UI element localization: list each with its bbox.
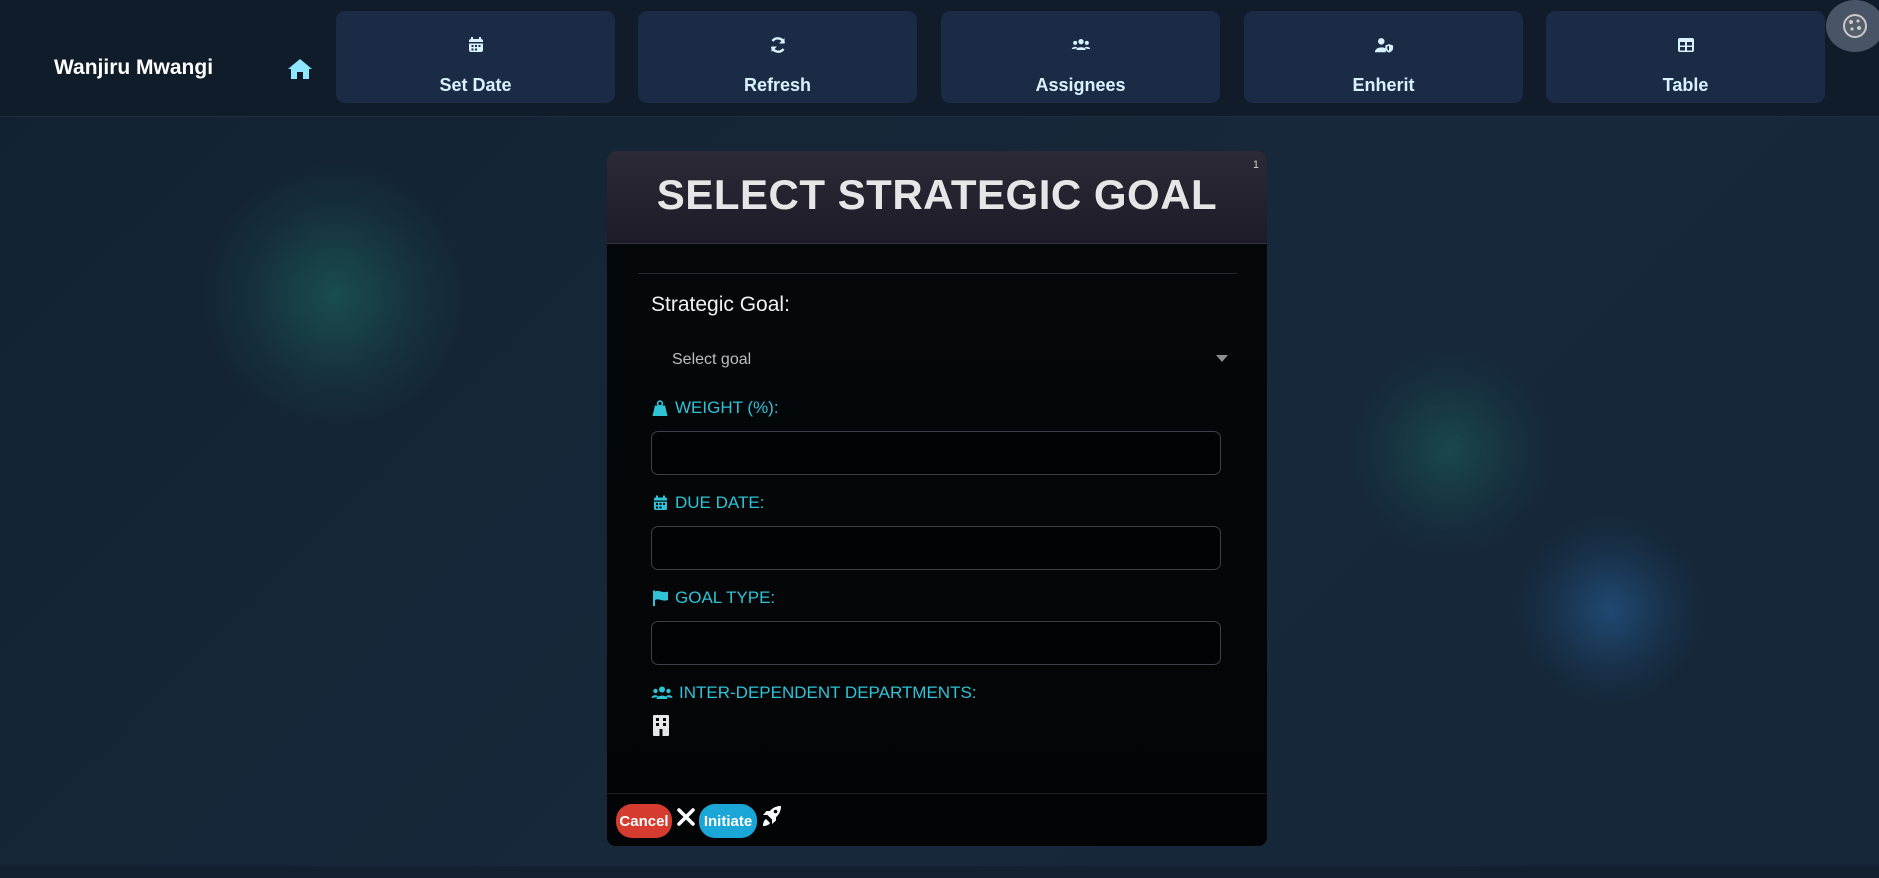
strategic-goal-label: Strategic Goal: <box>651 293 790 316</box>
background-glow <box>1515 515 1705 705</box>
assignees-button[interactable]: Assignees <box>941 11 1220 103</box>
flag-icon <box>651 589 669 607</box>
close-icon[interactable] <box>676 806 696 828</box>
user-shield-icon <box>1374 35 1394 55</box>
select-goal-modal: SELECT STRATEGIC GOAL 1 Strategic Goal: … <box>607 151 1267 846</box>
strategic-goal-select-value: Select goal <box>672 351 752 368</box>
background-glow <box>1345 345 1555 555</box>
refresh-icon <box>768 35 788 55</box>
bottom-strip <box>0 866 1879 878</box>
goal-type-input[interactable] <box>651 621 1221 665</box>
goal-type-label: GOAL TYPE: <box>675 588 776 607</box>
weight-label: WEIGHT (%): <box>675 398 779 417</box>
cookie-settings-button[interactable] <box>1826 0 1879 52</box>
cookie-icon <box>1843 14 1867 38</box>
building-icon[interactable] <box>651 714 671 736</box>
cancel-button[interactable]: Cancel <box>616 804 672 838</box>
brand-name: Wanjiru Mwangi <box>54 56 214 79</box>
users-icon <box>651 684 673 702</box>
home-button[interactable] <box>286 56 314 82</box>
set-date-button[interactable]: Set Date <box>336 11 615 103</box>
top-navbar: Wanjiru Mwangi Set Date Refresh Assignee… <box>0 0 1879 117</box>
divider <box>638 273 1237 274</box>
assignees-label: Assignees <box>1035 75 1126 95</box>
chevron-down-icon <box>1213 349 1231 367</box>
refresh-button[interactable]: Refresh <box>638 11 917 103</box>
goal-type-label-row: GOAL TYPE: <box>651 588 775 608</box>
strategic-goal-select[interactable]: Select goal <box>651 337 1231 383</box>
enherit-label: Enherit <box>1352 75 1415 95</box>
initiate-button[interactable]: Initiate <box>699 804 757 838</box>
table-button[interactable]: Table <box>1546 11 1825 103</box>
departments-label: INTER-DEPENDENT DEPARTMENTS: <box>679 683 977 702</box>
refresh-label: Refresh <box>743 75 812 95</box>
enherit-button[interactable]: Enherit <box>1244 11 1523 103</box>
due-date-input[interactable] <box>651 526 1221 570</box>
users-icon <box>1071 35 1091 55</box>
background-glow <box>200 160 470 430</box>
weight-label-row: WEIGHT (%): <box>651 398 779 418</box>
weight-icon <box>651 399 669 417</box>
modal-badge: 1 <box>1252 159 1259 171</box>
modal-title: SELECT STRATEGIC GOAL <box>656 171 1218 218</box>
weight-input[interactable] <box>651 431 1221 475</box>
set-date-label: Set Date <box>439 75 512 95</box>
calendar-icon <box>651 494 669 512</box>
calendar-icon <box>466 35 486 55</box>
table-icon <box>1676 35 1696 55</box>
due-date-label-row: DUE DATE: <box>651 493 764 513</box>
rocket-icon[interactable] <box>761 804 783 828</box>
departments-label-row: INTER-DEPENDENT DEPARTMENTS: <box>651 683 977 703</box>
due-date-label: DUE DATE: <box>675 493 765 512</box>
table-label: Table <box>1662 75 1709 95</box>
modal-footer: Cancel Initiate <box>607 793 1267 846</box>
modal-header: SELECT STRATEGIC GOAL 1 <box>607 151 1267 244</box>
home-icon <box>288 59 312 79</box>
